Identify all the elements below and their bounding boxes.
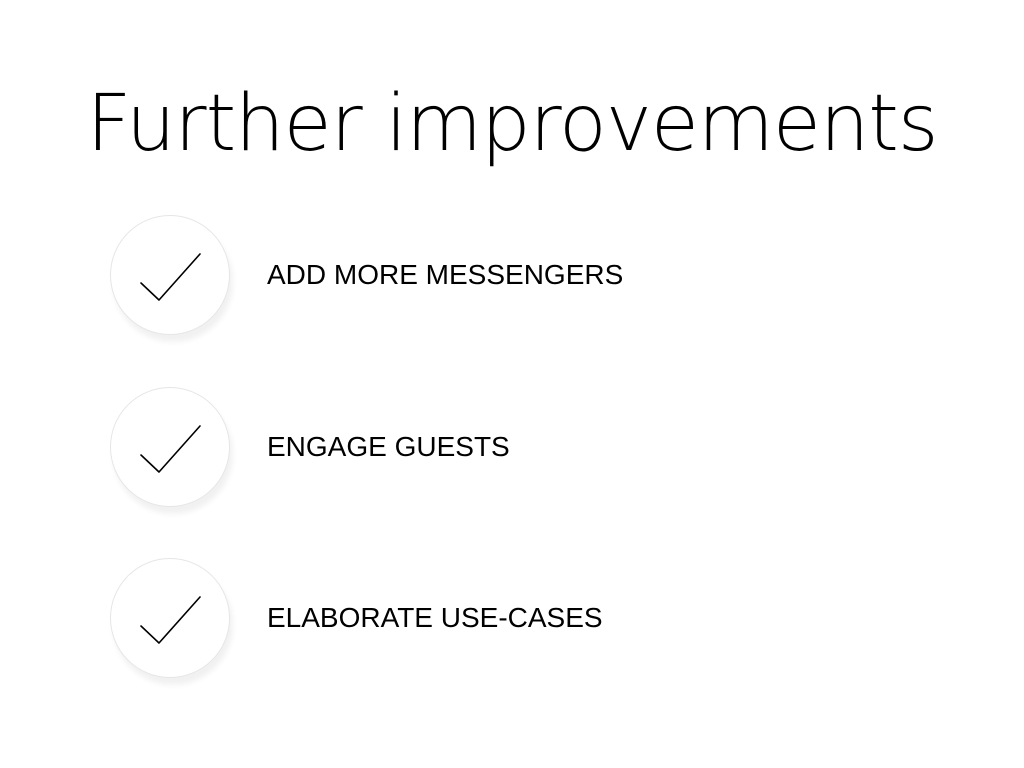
list-item: ADD MORE MESSENGERS: [110, 215, 910, 335]
list-item: ENGAGE GUESTS: [110, 387, 910, 507]
list-item-label: ADD MORE MESSENGERS: [267, 259, 624, 290]
check-circle: [110, 215, 230, 335]
list-item-label: ENGAGE GUESTS: [267, 431, 510, 462]
list-item-label: ELABORATE USE-CASES: [267, 602, 603, 633]
checkmark-icon: [140, 253, 201, 301]
list-item: ELABORATE USE-CASES: [110, 558, 910, 678]
checkmark-icon: [140, 425, 201, 473]
slide-title: Further improvements: [86, 79, 939, 169]
checkmark-icon: [140, 596, 201, 644]
slide: Further improvements ADD MORE MESSENGERS…: [0, 0, 1024, 768]
check-circle: [110, 558, 230, 678]
check-circle: [110, 387, 230, 507]
